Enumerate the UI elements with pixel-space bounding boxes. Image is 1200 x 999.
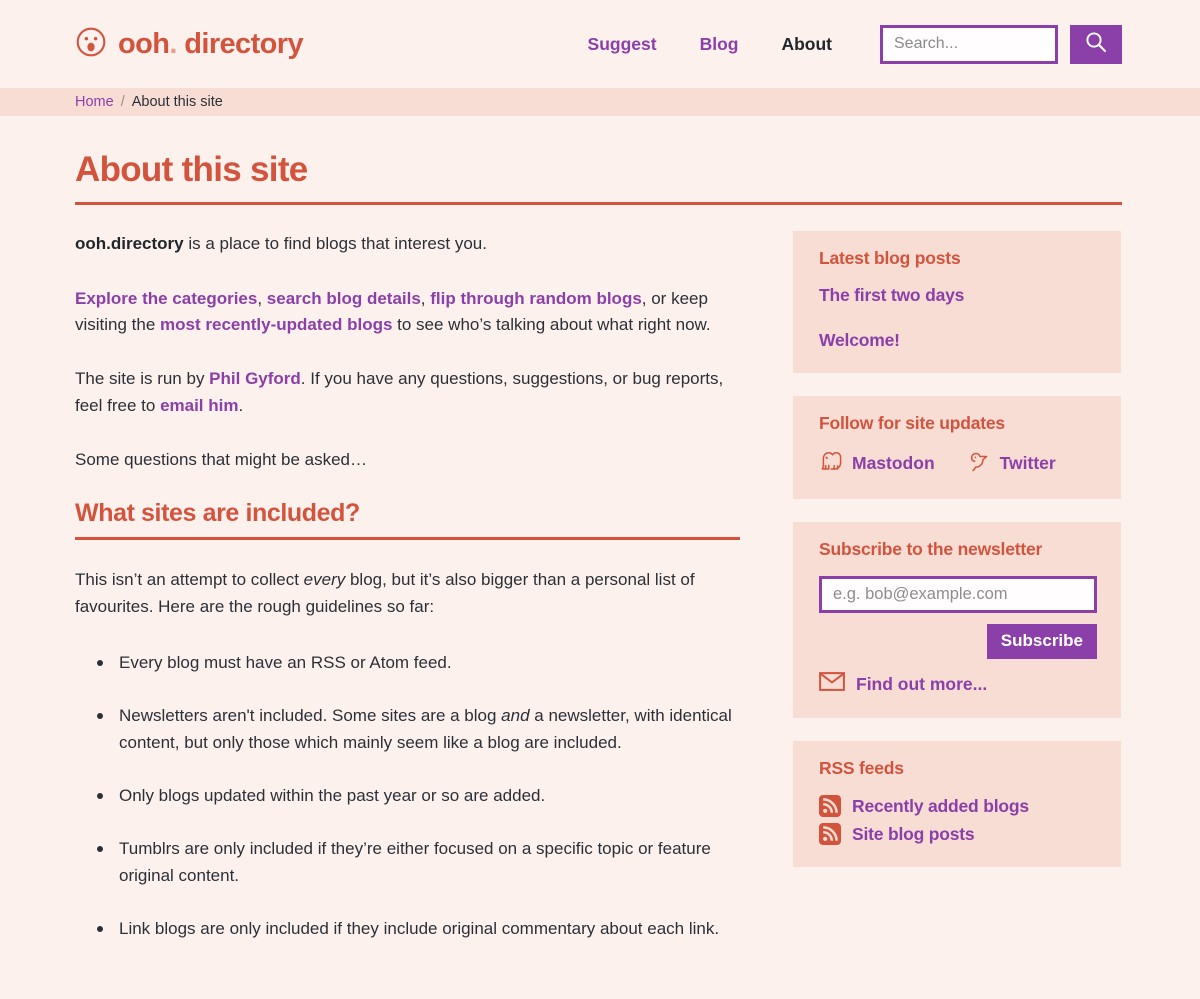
latest-post-link-1[interactable]: The first two days: [819, 285, 1097, 306]
section-intro-emphasis: every: [303, 570, 346, 590]
page-title: About this site: [75, 150, 308, 189]
rss-icon: [819, 823, 841, 846]
latest-post-link-2[interactable]: Welcome!: [819, 330, 1097, 351]
main-navigation: Suggest Blog About: [588, 34, 832, 55]
list-item: Link blogs are only included if they inc…: [97, 916, 740, 942]
nav-item-suggest[interactable]: Suggest: [588, 34, 657, 55]
link-explore-categories[interactable]: Explore the categories: [75, 289, 257, 308]
search-icon: [1083, 29, 1110, 59]
link-recently-updated-blogs[interactable]: most recently-updated blogs: [160, 315, 392, 334]
newsletter-form: Subscribe: [819, 576, 1097, 660]
find-out-more-link[interactable]: Find out more...: [856, 674, 987, 695]
breadcrumb-current-page: About this site: [131, 94, 223, 110]
main-content: ooh.directory is a place to find blogs t…: [75, 231, 740, 969]
sidebar-box-newsletter: Subscribe to the newsletter Subscribe Fi: [793, 522, 1121, 719]
sidebar-box-title: Latest blog posts: [819, 248, 961, 269]
social-link-mastodon[interactable]: Mastodon: [819, 450, 935, 477]
page-title-rule: [75, 202, 1122, 206]
link-phil-gyford[interactable]: Phil Gyford: [209, 369, 301, 388]
search-input[interactable]: [880, 24, 1058, 64]
rss-feed-link-site-blog-posts[interactable]: Site blog posts: [852, 824, 975, 845]
surprised-face-icon: [75, 26, 107, 63]
rss-feed-row-recently-added: Recently added blogs: [819, 795, 1097, 818]
social-links-row: Mastodon Twitter: [819, 450, 1097, 477]
link-search-blog-details[interactable]: search blog details: [267, 289, 421, 308]
sidebar-box-title: RSS feeds: [819, 758, 904, 779]
rss-icon: [819, 795, 841, 818]
two-column-layout: ooh.directory is a place to find blogs t…: [75, 231, 1122, 969]
links-paragraph: Explore the categories, search blog deta…: [75, 286, 740, 339]
guideline-emphasis: and: [501, 706, 530, 726]
sidebar-box-rss-feeds: RSS feeds Recently added blogs Site blog…: [793, 741, 1121, 868]
sidebar-box-latest-blog-posts: Latest blog posts The first two days Wel…: [793, 231, 1121, 374]
list-item: Newsletters aren't included. Some sites …: [97, 703, 740, 756]
guideline-text: Link blogs are only included if they inc…: [119, 919, 720, 939]
guideline-pre: Newsletters aren't included. Some sites …: [119, 706, 502, 726]
social-label: Twitter: [999, 453, 1056, 474]
sidebar-box-title: Subscribe to the newsletter: [819, 539, 1043, 560]
guidelines-list: Every blog must have an RSS or Atom feed…: [75, 650, 740, 942]
search-form: [880, 24, 1122, 64]
links-tail-text: to see who’s talking about what right no…: [392, 314, 711, 334]
list-item: Tumblrs are only included if they’re eit…: [97, 836, 740, 889]
sidebar-box-title: Follow for site updates: [819, 413, 1005, 434]
intro-bold-lead: ooh.directory: [75, 234, 184, 254]
intro-paragraph: ooh.directory is a place to find blogs t…: [75, 231, 740, 257]
guideline-text: Every blog must have an RSS or Atom feed…: [119, 653, 452, 672]
section-intro-paragraph: This isn’t an attempt to collect every b…: [75, 567, 740, 620]
section-intro-pre: This isn’t an attempt to collect: [75, 570, 304, 590]
breadcrumb-separator: /: [120, 94, 125, 110]
link-email-him[interactable]: email him: [160, 396, 238, 415]
site-logo-link[interactable]: ooh. directory: [75, 26, 304, 63]
run-by-pre: The site is run by: [75, 369, 210, 389]
envelope-icon: [819, 672, 845, 696]
breadcrumb-link-home[interactable]: Home: [75, 94, 114, 110]
twitter-bird-icon: [967, 450, 991, 477]
mastodon-icon: [819, 450, 843, 477]
link-random-blogs[interactable]: flip through random blogs: [430, 289, 642, 308]
sidebar-box-follow: Follow for site updates Mastodon Twitter: [793, 396, 1121, 500]
find-out-more-row: Find out more...: [819, 672, 1097, 696]
social-label: Mastodon: [852, 453, 935, 474]
guideline-text: Tumblrs are only included if they’re eit…: [119, 839, 711, 885]
list-item: Every blog must have an RSS or Atom feed…: [97, 650, 740, 676]
sidebar: Latest blog posts The first two days Wel…: [793, 231, 1121, 890]
rss-feed-row-site-blog-posts: Site blog posts: [819, 823, 1097, 846]
intro-rest: is a place to find blogs that interest y…: [183, 234, 487, 254]
section-title-what-sites: What sites are included?: [75, 499, 360, 528]
subscribe-button-row: Subscribe: [819, 624, 1097, 660]
subscribe-button[interactable]: Subscribe: [986, 624, 1097, 660]
site-header: ooh. directory Suggest Blog About: [0, 0, 1200, 88]
section-title-rule: [75, 537, 740, 541]
site-logo-text: ooh. directory: [118, 27, 304, 60]
header-right-group: Suggest Blog About: [588, 24, 1122, 64]
links-sep-2: ,: [420, 288, 431, 308]
breadcrumb: Home / About this site: [0, 88, 1200, 116]
links-sep-1: ,: [257, 288, 267, 308]
newsletter-email-input[interactable]: [819, 576, 1097, 614]
questions-paragraph: Some questions that might be asked…: [75, 449, 367, 469]
nav-item-about[interactable]: About: [781, 34, 832, 55]
search-submit-button[interactable]: [1070, 24, 1122, 64]
guideline-text: Only blogs updated within the past year …: [119, 786, 546, 806]
run-by-paragraph: The site is run by Phil Gyford. If you h…: [75, 366, 740, 419]
social-link-twitter[interactable]: Twitter: [967, 450, 1056, 477]
list-item: Only blogs updated within the past year …: [97, 783, 740, 809]
rss-feed-link-recently-added[interactable]: Recently added blogs: [852, 796, 1029, 817]
page-container: About this site ooh.directory is a place…: [0, 150, 1200, 969]
run-by-tail: .: [238, 395, 244, 415]
nav-item-blog[interactable]: Blog: [700, 34, 739, 55]
